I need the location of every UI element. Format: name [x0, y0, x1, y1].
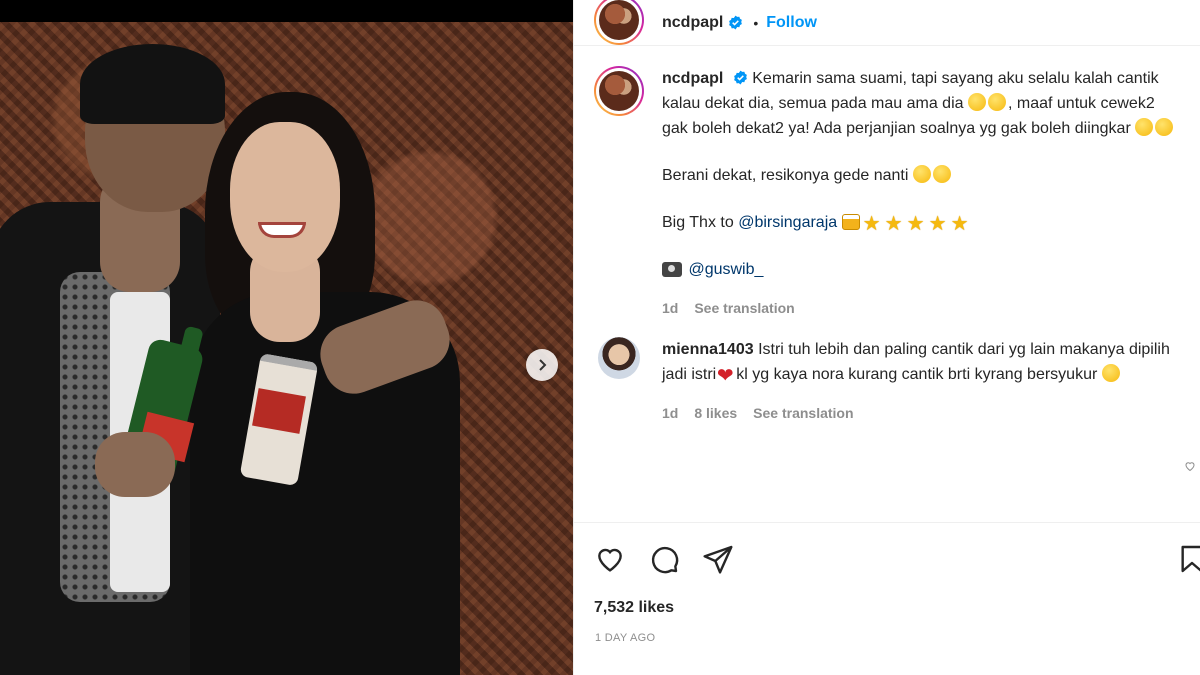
comment-text: mienna1403 Istri tuh lebih dan paling ca… — [662, 337, 1180, 426]
heart-eyes-emoji-icon — [1101, 364, 1120, 382]
star-emoji-icon: ★ — [928, 213, 947, 235]
action-icons — [574, 523, 1200, 575]
mention-guswib[interactable]: @guswib_ — [688, 261, 763, 278]
caption: ncdpapl Kemarin sama suami, tapi sayang … — [574, 66, 1200, 321]
comment-likes[interactable]: 8 likes — [694, 401, 737, 426]
caption-meta: 1d See translation — [662, 296, 1180, 321]
tongue-emoji-icon — [1155, 118, 1174, 136]
author-username[interactable]: ncdpapl — [662, 14, 723, 32]
beer-emoji-icon — [841, 214, 860, 230]
commenter-avatar[interactable] — [598, 337, 640, 379]
comment-text-b: kl yg kaya nora kurang cantik brti kyran… — [736, 366, 1098, 383]
joy-emoji-icon — [912, 165, 931, 183]
separator-dot: • — [753, 14, 759, 31]
caption-para-4: @guswib_ — [662, 257, 1180, 282]
caption-para-1: ncdpapl Kemarin sama suami, tapi sayang … — [662, 66, 1180, 141]
comment-icon[interactable] — [648, 543, 680, 575]
likes-count[interactable]: 7,532 likes — [594, 599, 674, 617]
yum-emoji-icon — [1135, 118, 1154, 136]
next-photo-button[interactable] — [526, 349, 558, 381]
caption-avatar[interactable] — [594, 66, 644, 116]
bookmark-icon[interactable] — [1176, 543, 1200, 575]
caption-text: ncdpapl Kemarin sama suami, tapi sayang … — [662, 66, 1180, 321]
comment-like-heart-icon[interactable] — [1184, 460, 1196, 472]
heart-icon[interactable] — [594, 543, 626, 575]
post-photo[interactable] — [0, 22, 573, 675]
author-avatar[interactable] — [594, 0, 644, 45]
share-icon[interactable] — [702, 543, 734, 575]
mention-birsingaraja[interactable]: @birsingaraja — [738, 214, 837, 231]
woman-face — [230, 122, 340, 272]
caption-time[interactable]: 1d — [662, 296, 678, 321]
post-header: ncdpapl • Follow — [574, 0, 1200, 46]
follow-button[interactable]: Follow — [766, 14, 817, 32]
can-label — [252, 388, 306, 434]
joy-emoji-icon — [987, 93, 1006, 111]
caption-para-3: Big Thx to @birsingaraja ★ ★ ★ ★ ★ — [662, 213, 969, 235]
post-date: 1 DAY AGO — [595, 632, 656, 644]
commenter-username[interactable]: mienna1403 — [662, 341, 754, 358]
rofl-emoji-icon — [932, 165, 951, 183]
post-sidebar: ncdpapl • Follow ncdpapl Kemarin sama su… — [573, 0, 1200, 675]
caption-para-2: Berani dekat, resikonya gede nanti — [662, 163, 1180, 188]
caption-username[interactable]: ncdpapl — [662, 70, 723, 87]
caption-see-translation[interactable]: See translation — [694, 296, 794, 321]
post-actions: 7,532 likes 1 DAY AGO — [574, 522, 1200, 675]
star-emoji-icon: ★ — [884, 213, 903, 235]
star-emoji-icon: ★ — [950, 213, 969, 235]
comment-item: mienna1403 Istri tuh lebih dan paling ca… — [574, 337, 1200, 426]
rofl-emoji-icon — [967, 93, 986, 111]
man-hair — [80, 44, 225, 124]
red-heart-emoji-icon: ❤ — [716, 365, 734, 387]
star-emoji-icon: ★ — [906, 213, 925, 235]
comment-meta: 1d 8 likes See translation — [662, 401, 1180, 426]
comment-time[interactable]: 1d — [662, 401, 678, 426]
comments-area: ncdpapl Kemarin sama suami, tapi sayang … — [574, 66, 1200, 521]
chevron-right-icon — [539, 359, 547, 371]
star-emoji-icon: ★ — [862, 213, 881, 235]
verified-icon — [733, 70, 747, 85]
post-media — [0, 0, 573, 675]
verified-icon — [729, 15, 743, 30]
camera-emoji-icon — [662, 262, 682, 277]
comment-see-translation[interactable]: See translation — [753, 401, 853, 426]
man-hand — [95, 432, 175, 497]
